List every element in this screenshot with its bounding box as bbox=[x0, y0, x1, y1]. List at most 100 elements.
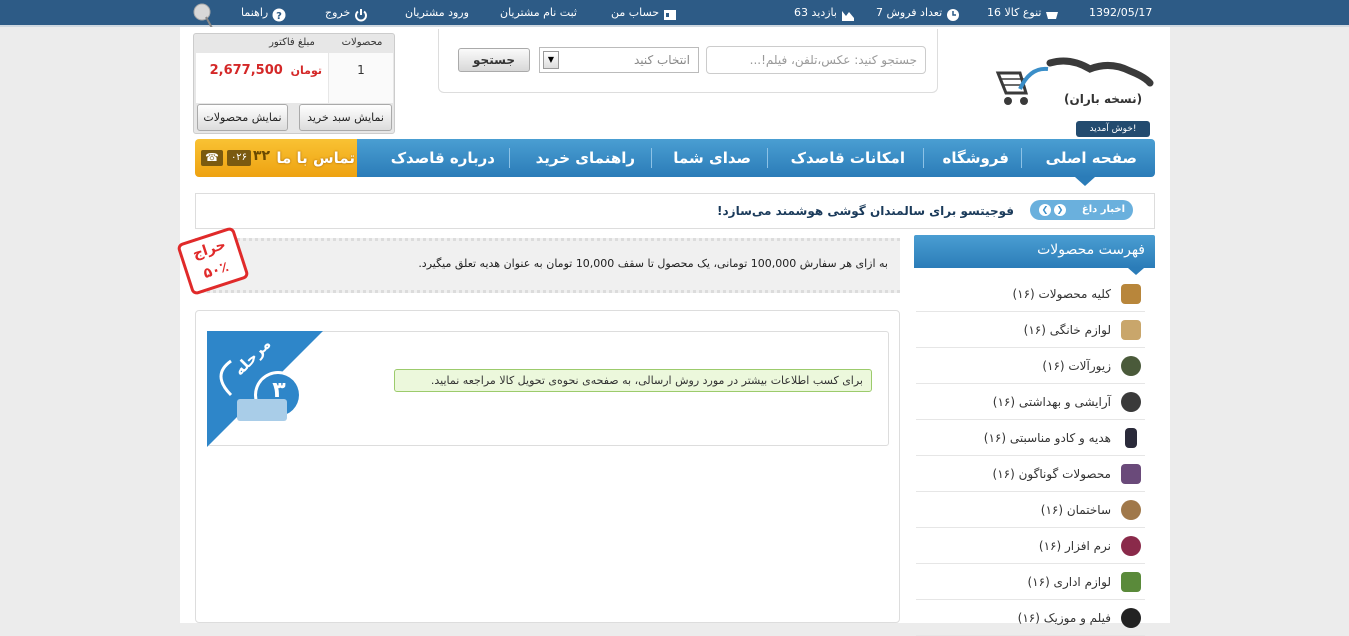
date-label: 1392/05/17 bbox=[1089, 6, 1153, 19]
nav-item-about[interactable]: درباره قاصدک bbox=[391, 139, 495, 177]
variety-label: تنوع کالا 16 bbox=[987, 6, 1042, 19]
category-label: کلیه محصولات (۱۶) bbox=[1012, 287, 1111, 301]
promo-banner: به ازای هر سفارش 100,000 تومانی، یک محصو… bbox=[195, 238, 900, 293]
logo-tagline: (نسخه باران) bbox=[1064, 92, 1143, 106]
login-link[interactable]: ورود مشتریان bbox=[405, 0, 469, 25]
sales-count-stat: تعداد فروش 7 bbox=[876, 0, 960, 25]
news-tag-label: اخبار داغ bbox=[1081, 204, 1125, 215]
sidebar-item-home-appliances[interactable]: لوازم خانگی (۱۶) bbox=[916, 312, 1145, 348]
cart-amount-header: مبلغ فاکتور bbox=[269, 37, 315, 48]
visits-label: بازدید 63 bbox=[794, 6, 837, 19]
top-bar: 1392/05/17 تنوع کالا 16 تعداد فروش 7 باز… bbox=[0, 0, 1349, 40]
category-select[interactable]: انتخاب کنید ▼ bbox=[539, 47, 699, 73]
sales-label: تعداد فروش 7 bbox=[876, 6, 943, 19]
cart-amount: تومان 2,677,500 bbox=[196, 53, 328, 103]
nav-separator bbox=[1021, 148, 1022, 168]
power-icon bbox=[354, 6, 368, 22]
account-label: حساب من bbox=[611, 6, 660, 19]
sidebar-item-gifts[interactable]: هدیه و کادو مناسبتی (۱۶) bbox=[916, 420, 1145, 456]
film-icon bbox=[1121, 608, 1141, 628]
clock-icon bbox=[946, 6, 960, 21]
news-ticker: فوجیتسو برای سالمندان گوشی هوشمند می‌ساز… bbox=[195, 193, 1155, 229]
visits-stat: بازدید 63 bbox=[794, 0, 855, 25]
jewelry-icon bbox=[1121, 356, 1141, 376]
sidebar-item-cosmetics[interactable]: آرایشی و بهداشتی (۱۶) bbox=[916, 384, 1145, 420]
cart-count-value: 1 bbox=[357, 63, 365, 77]
sidebar-item-software[interactable]: نرم افزار (۱۶) bbox=[916, 528, 1145, 564]
building-icon bbox=[1121, 500, 1141, 520]
logout-link[interactable]: خروج bbox=[325, 0, 368, 25]
nav-active-pointer bbox=[1075, 177, 1095, 186]
chart-icon bbox=[841, 6, 855, 21]
svg-text:?: ? bbox=[276, 11, 282, 22]
search-input[interactable]: جستجو کنید: عکس،تلفن، فیلم!... bbox=[706, 46, 926, 74]
cosmetics-icon bbox=[1121, 392, 1141, 412]
category-select-value: انتخاب کنید bbox=[633, 53, 690, 67]
nav-item-shop[interactable]: فروشگاه bbox=[943, 139, 1009, 177]
logout-label: خروج bbox=[325, 6, 351, 19]
category-label: آرایشی و بهداشتی (۱۶) bbox=[992, 395, 1111, 409]
account-link[interactable]: حساب من bbox=[611, 0, 677, 25]
box-icon bbox=[1121, 284, 1141, 304]
nav-item-feedback[interactable]: صدای شما bbox=[673, 139, 751, 177]
category-label: لوازم خانگی (۱۶) bbox=[1023, 323, 1111, 337]
news-headline[interactable]: فوجیتسو برای سالمندان گوشی هوشمند می‌ساز… bbox=[717, 194, 1014, 228]
help-label: راهنما bbox=[241, 6, 269, 19]
cart-summary: محصولات مبلغ فاکتور 1 تومان 2,677,500 نم… bbox=[193, 33, 395, 134]
show-products-button[interactable]: نمایش محصولات bbox=[197, 104, 288, 131]
sidebar-item-office[interactable]: لوازم اداری (۱۶) bbox=[916, 564, 1145, 600]
sidebar-item-all-products[interactable]: کلیه محصولات (۱۶) bbox=[916, 276, 1145, 312]
promo-text: به ازای هر سفارش 100,000 تومانی، یک محصو… bbox=[418, 257, 888, 270]
appliance-icon bbox=[1121, 320, 1141, 340]
office-icon bbox=[1121, 572, 1141, 592]
sidebar-item-misc[interactable]: محصولات گوناگون (۱۶) bbox=[916, 456, 1145, 492]
register-link[interactable]: ثبت نام مشتریان bbox=[500, 0, 577, 25]
site-logo[interactable]: (نسخه باران) bbox=[990, 55, 1160, 115]
news-next-icon[interactable]: ❮ bbox=[1039, 204, 1051, 216]
nav-item-home[interactable]: صفحه اصلی bbox=[1046, 139, 1137, 177]
category-label: لوازم اداری (۱۶) bbox=[1027, 575, 1111, 589]
search-button[interactable]: جستجو bbox=[458, 48, 530, 72]
contact-tab[interactable]: تماس با ما ۳۲ ۰۲۶ ☎ bbox=[195, 139, 375, 177]
phone-partial: ۳۲ bbox=[253, 148, 271, 164]
nav-item-purchase-guide[interactable]: راهنمای خرید bbox=[536, 139, 635, 177]
gift-icon bbox=[1125, 428, 1137, 448]
sidebar-item-building[interactable]: ساختمان (۱۶) bbox=[916, 492, 1145, 528]
cart-icon bbox=[1045, 6, 1059, 20]
software-icon bbox=[1121, 536, 1141, 556]
category-label: محصولات گوناگون (۱۶) bbox=[992, 467, 1111, 481]
product-variety-stat: تنوع کالا 16 bbox=[987, 0, 1059, 25]
shipping-notice: برای کسب اطلاعات بیشتر در مورد روش ارسال… bbox=[394, 369, 872, 392]
nav-separator bbox=[923, 148, 924, 168]
category-label: ساختمان (۱۶) bbox=[1040, 503, 1111, 517]
cart-count: 1 bbox=[329, 53, 393, 103]
chevron-down-icon: ▼ bbox=[543, 51, 559, 69]
welcome-badge: خوش آمدید! bbox=[1076, 121, 1150, 137]
phone-icon: ☎ bbox=[201, 150, 223, 166]
nav-item-features[interactable]: امکانات قاصدک bbox=[791, 139, 905, 177]
id-card-icon bbox=[663, 6, 677, 20]
help-icon: ? bbox=[272, 6, 286, 22]
sidebar-item-film-music[interactable]: فیلم و موزیک (۱۶) bbox=[916, 600, 1145, 636]
contact-label: تماس با ما bbox=[276, 149, 355, 167]
sidebar-title: فهرست محصولات bbox=[914, 235, 1155, 268]
category-label: زیورآلات (۱۶) bbox=[1042, 359, 1111, 373]
cart-products-header: محصولات bbox=[341, 37, 383, 48]
step-number: ۳ bbox=[272, 378, 286, 403]
help-link[interactable]: ? راهنما bbox=[241, 0, 286, 25]
category-label: هدیه و کادو مناسبتی (۱۶) bbox=[983, 431, 1111, 445]
category-label: نرم افزار (۱۶) bbox=[1038, 539, 1111, 553]
news-prev-icon[interactable]: ❯ bbox=[1054, 204, 1066, 216]
nav-separator bbox=[767, 148, 768, 168]
cart-currency: تومان bbox=[290, 64, 322, 77]
misc-icon bbox=[1121, 464, 1141, 484]
main-nav: صفحه اصلی فروشگاه امکانات قاصدک صدای شما… bbox=[357, 139, 1155, 177]
nav-separator bbox=[651, 148, 652, 168]
phone-code-badge: ۰۲۶ bbox=[227, 150, 251, 166]
sidebar-head-pointer bbox=[1128, 268, 1144, 275]
nav-separator bbox=[509, 148, 510, 168]
cart-amount-value: 2,677,500 bbox=[209, 63, 283, 78]
sidebar-item-jewelry[interactable]: زیورآلات (۱۶) bbox=[916, 348, 1145, 384]
show-cart-button[interactable]: نمایش سبد خرید bbox=[299, 104, 392, 131]
category-label: فیلم و موزیک (۱۶) bbox=[1017, 611, 1111, 625]
